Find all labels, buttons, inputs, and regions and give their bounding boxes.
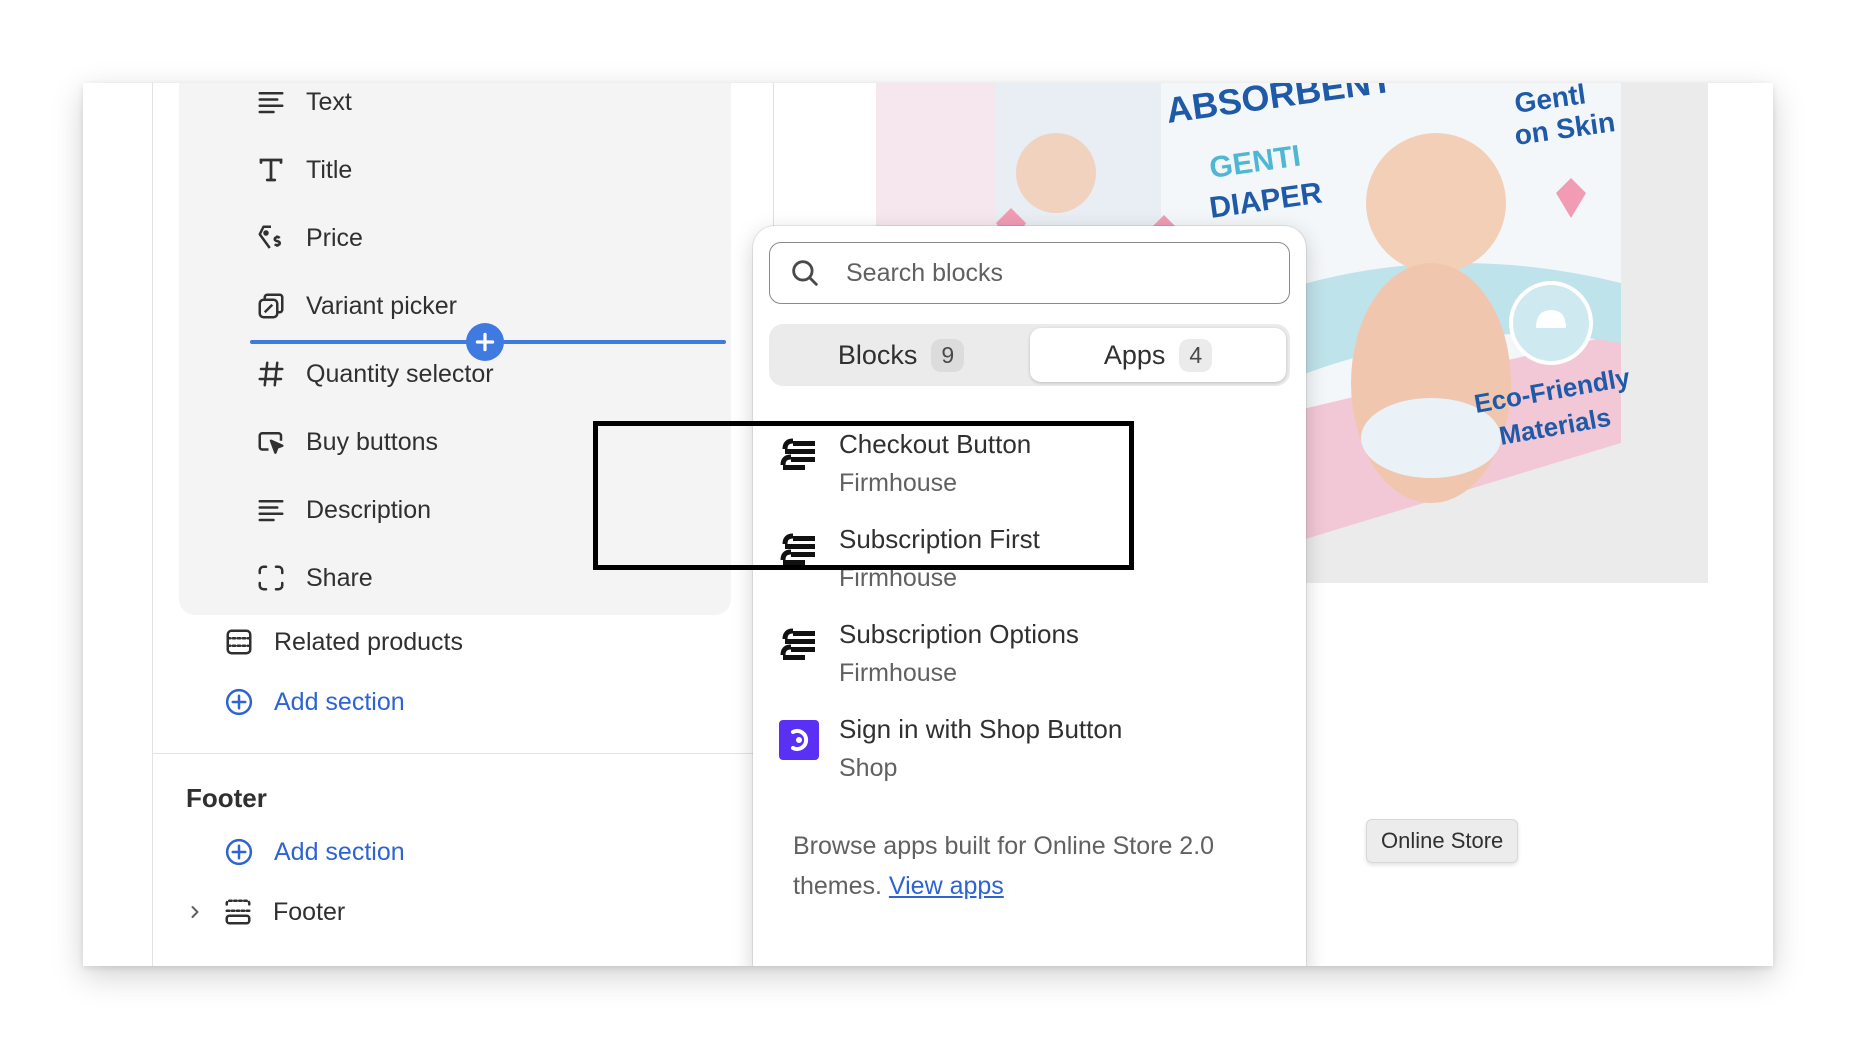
price-tag-icon xyxy=(254,221,288,255)
block-picker-popover: Blocks 9 Apps 4 Checkout Button Firmhous… xyxy=(753,226,1306,966)
add-section-label: Add section xyxy=(274,837,405,866)
section-footer[interactable]: Footer xyxy=(185,895,345,929)
sidebar-block-price[interactable]: Price xyxy=(254,221,363,255)
search-input[interactable] xyxy=(844,257,1268,289)
sidebar-block-title[interactable]: Title xyxy=(254,153,352,187)
cursor-button-icon xyxy=(254,425,288,459)
footer-group-title: Footer xyxy=(186,783,267,813)
sidebar-block-label: Title xyxy=(306,155,353,184)
editor-frame: Text Title Price Variant picker Quantity… xyxy=(83,83,1773,966)
sidebar-block-quantity-selector[interactable]: Quantity selector xyxy=(254,357,494,391)
app-block-sign-in-with-shop[interactable]: Sign in with Shop Button Shop xyxy=(779,714,1279,804)
firmhouse-logo-icon xyxy=(780,628,815,660)
app-block-subscription-first[interactable]: Subscription First Firmhouse xyxy=(779,524,1279,614)
firmhouse-logo-icon xyxy=(780,438,815,470)
shop-logo-icon xyxy=(779,720,819,760)
app-block-checkout-button[interactable]: Checkout Button Firmhouse xyxy=(779,429,1279,519)
app-vendor: Firmhouse xyxy=(839,469,958,497)
text-lines-icon xyxy=(254,85,288,119)
sidebar-block-text[interactable]: Text xyxy=(254,85,352,119)
tab-apps[interactable]: Apps 4 xyxy=(1030,328,1286,382)
hash-icon xyxy=(254,357,288,391)
app-name: Subscription Options xyxy=(839,619,1079,649)
tab-label: Blocks xyxy=(837,339,918,370)
app-name: Sign in with Shop Button xyxy=(839,714,1123,744)
app-name: Checkout Button xyxy=(839,429,1032,459)
sidebar-block-description[interactable]: Description xyxy=(254,493,431,527)
variant-picker-icon xyxy=(254,289,288,323)
chevron-right-icon[interactable] xyxy=(185,895,205,929)
app-vendor: Firmhouse xyxy=(839,564,958,592)
section-layout-icon xyxy=(222,625,256,659)
plus-circle-icon xyxy=(222,685,256,719)
view-apps-link[interactable]: View apps xyxy=(889,872,1004,900)
firmhouse-logo-icon xyxy=(780,533,815,565)
share-frame-icon xyxy=(254,561,288,595)
sidebar-block-buy-buttons[interactable]: Buy buttons xyxy=(254,425,438,459)
add-footer-section-button[interactable]: Add section xyxy=(222,835,405,869)
tab-blocks[interactable]: Blocks 9 xyxy=(773,328,1029,382)
sidebar-block-label: Price xyxy=(306,223,363,252)
search-field[interactable] xyxy=(769,242,1290,304)
footer-layout-icon xyxy=(221,895,255,929)
online-store-badge: Online Store xyxy=(1366,819,1519,863)
picker-tabs: Blocks 9 Apps 4 xyxy=(769,324,1290,386)
title-t-icon xyxy=(254,153,288,187)
app-vendor: Shop xyxy=(839,754,898,782)
sidebar-block-label: Variant picker xyxy=(306,291,457,320)
tab-label: Apps xyxy=(1103,339,1166,370)
app-block-subscription-options[interactable]: Subscription Options Firmhouse xyxy=(779,619,1279,709)
section-label: Related products xyxy=(274,627,464,656)
plus-icon xyxy=(475,332,495,352)
section-label: Footer xyxy=(273,897,346,926)
app-vendor: Firmhouse xyxy=(839,659,958,687)
sidebar-block-label: Text xyxy=(306,87,352,116)
sidebar-block-label: Description xyxy=(306,495,432,524)
sidebar-block-share[interactable]: Share xyxy=(254,561,373,595)
sidebar-block-label: Buy buttons xyxy=(306,427,439,456)
section-related-products[interactable]: Related products xyxy=(222,625,463,659)
sidebar-block-label: Share xyxy=(306,563,373,592)
section-divider xyxy=(153,753,753,754)
sidebar-block-variant-picker[interactable]: Variant picker xyxy=(254,289,457,323)
app-name: Subscription First xyxy=(839,524,1040,554)
insert-block-button[interactable] xyxy=(466,323,504,361)
sidebar-block-label: Quantity selector xyxy=(306,359,494,388)
sidebar-rule xyxy=(152,83,153,966)
plus-circle-icon xyxy=(222,835,256,869)
add-section-button[interactable]: Add section xyxy=(222,685,405,719)
browse-apps-text: Browse apps built for Online Store 2.0 t… xyxy=(793,826,1263,906)
text-lines-icon xyxy=(254,493,288,527)
sidebar: Text Title Price Variant picker Quantity… xyxy=(83,83,753,966)
add-section-label: Add section xyxy=(274,687,405,716)
tab-count-badge: 9 xyxy=(931,338,965,372)
tab-count-badge: 4 xyxy=(1179,338,1213,372)
search-icon xyxy=(792,260,818,286)
